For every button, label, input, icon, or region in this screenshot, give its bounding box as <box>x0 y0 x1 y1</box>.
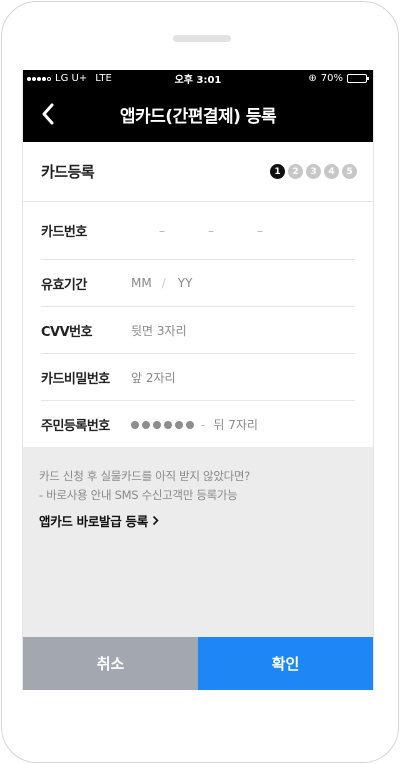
carrier-label: LG U+ <box>55 73 88 84</box>
password-row: 카드비밀번호 앞 2자리 <box>41 354 355 401</box>
card-number-separator: – <box>257 223 263 238</box>
app-screen: LG U+ LTE 오후 3:01 ⊕ 70% 앱카드(간편결제) 등록 카드등… <box>22 70 374 690</box>
expiry-year-placeholder[interactable]: YY <box>178 276 193 290</box>
instant-issue-link[interactable]: 앱카드 바로발급 등록 <box>39 511 159 530</box>
step-2: 2 <box>288 164 303 179</box>
status-left: LG U+ LTE <box>27 73 112 84</box>
bottom-button-bar: 취소 확인 <box>23 637 373 690</box>
resident-number-label: 주민등록번호 <box>41 419 110 434</box>
info-text-1: 카드 신청 후 실물카드를 아직 받지 않았다면? <box>39 469 250 483</box>
status-bar: LG U+ LTE 오후 3:01 ⊕ 70% <box>23 70 373 87</box>
expiry-input[interactable]: MM / YY <box>131 276 192 290</box>
resident-number-placeholder[interactable]: 뒤 7자리 <box>213 416 258 433</box>
cvv-input[interactable]: 뒷면 3자리 <box>131 322 187 339</box>
card-number-input[interactable]: – – – <box>159 224 306 238</box>
battery-percent: 70% <box>320 73 343 84</box>
card-number-separator: – <box>208 223 214 238</box>
card-number-label: 카드번호 <box>41 225 87 240</box>
chevron-right-icon <box>152 515 159 526</box>
card-number-separator: – <box>159 223 165 238</box>
back-button[interactable] <box>35 101 61 127</box>
expiry-separator: / <box>161 276 166 290</box>
step-3: 3 <box>306 164 321 179</box>
cancel-button[interactable]: 취소 <box>23 637 198 690</box>
confirm-button[interactable]: 확인 <box>198 637 373 690</box>
instant-issue-link-label: 앱카드 바로발급 등록 <box>39 514 148 529</box>
step-5: 5 <box>342 164 357 179</box>
password-input[interactable]: 앞 2자리 <box>131 369 176 386</box>
expiry-month-placeholder[interactable]: MM <box>131 276 152 290</box>
signal-strength-icon <box>27 76 51 81</box>
expiry-row: 유효기간 MM / YY <box>41 260 355 307</box>
rotation-lock-icon: ⊕ <box>308 73 317 84</box>
info-text-2: - 바로사용 안내 SMS 수신고객만 등록가능 <box>39 488 238 502</box>
expiry-label: 유효기간 <box>41 277 87 293</box>
section-title: 카드등록 <box>41 163 95 181</box>
step-1: 1 <box>270 164 285 179</box>
section-header: 카드등록 1 2 3 4 5 <box>23 142 373 202</box>
battery-icon <box>347 74 369 83</box>
resident-number-separator: - <box>201 417 206 432</box>
cvv-label: CVV번호 <box>41 324 93 340</box>
cvv-row: CVV번호 뒷면 3자리 <box>41 307 355 354</box>
phone-speaker <box>173 35 231 42</box>
header-bar: 앱카드(간편결제) 등록 <box>23 87 373 142</box>
resident-number-row: 주민등록번호 - 뒤 7자리 <box>41 401 355 448</box>
info-panel: 카드 신청 후 실물카드를 아직 받지 않았다면? - 바로사용 안내 SMS … <box>23 447 373 637</box>
card-number-row: 카드번호 – – – <box>41 202 355 260</box>
step-4: 4 <box>324 164 339 179</box>
network-label: LTE <box>95 73 112 84</box>
chevron-left-icon <box>42 103 54 125</box>
status-right: ⊕ 70% <box>308 73 369 84</box>
masked-digits <box>131 420 194 429</box>
password-label: 카드비밀번호 <box>41 371 110 387</box>
step-indicator: 1 2 3 4 5 <box>270 164 357 179</box>
page-title: 앱카드(간편결제) 등록 <box>119 107 277 127</box>
resident-number-input[interactable]: - 뒤 7자리 <box>131 416 258 433</box>
card-registration-form: 카드번호 – – – 유효기간 MM / YY CVV번호 뒷면 3자리 카드비… <box>23 202 373 448</box>
